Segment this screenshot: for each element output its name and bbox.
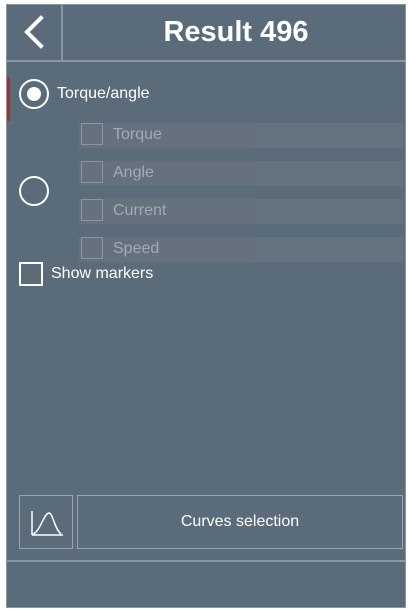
custom-curves-radio[interactable] (19, 176, 49, 206)
option-speed-label: Speed (113, 240, 160, 257)
option-torque-row: Torque (79, 123, 403, 148)
header: Result 496 (7, 5, 405, 62)
selection-accent (7, 77, 10, 121)
option-speed-row: Speed (79, 237, 403, 262)
chevron-left-icon (24, 15, 44, 49)
show-markers-label: Show markers (51, 265, 154, 282)
option-current-row: Current (79, 199, 403, 224)
torque-angle-label: Torque/angle (57, 85, 150, 102)
curve-icon (31, 511, 63, 536)
option-angle-label: Angle (113, 164, 154, 181)
back-button[interactable] (7, 5, 63, 60)
radio-selected-dot (27, 87, 41, 101)
footer-divider (7, 560, 405, 562)
torque-angle-radio[interactable] (19, 79, 49, 109)
bottom-toolbar: Curves selection (7, 495, 405, 553)
option-speed-checkbox (81, 237, 103, 259)
option-torque-checkbox (81, 123, 103, 145)
curves-selection-button[interactable]: Curves selection (77, 495, 403, 549)
page-title: Result 496 (163, 16, 309, 48)
option-current-label: Current (113, 202, 167, 219)
option-torque-label: Torque (113, 126, 162, 143)
result-panel: Result 496 Torque/angle Torque Angle Cur… (6, 4, 406, 608)
option-angle-row: Angle (79, 161, 403, 186)
curve-view-button[interactable] (19, 495, 73, 549)
option-angle-checkbox (81, 161, 103, 183)
show-markers-checkbox[interactable] (19, 262, 43, 286)
option-current-checkbox (81, 199, 103, 221)
